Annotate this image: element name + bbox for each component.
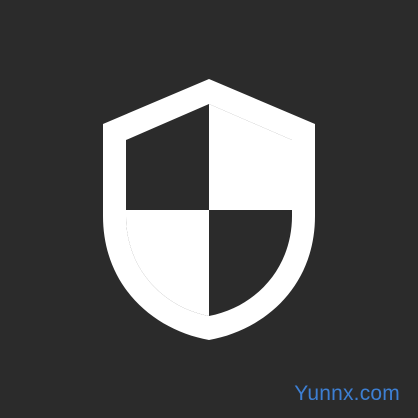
watermark-text: Yunnx.com xyxy=(294,382,400,405)
shield-icon xyxy=(103,79,315,340)
icon-canvas: Yunnx.com xyxy=(0,0,418,418)
